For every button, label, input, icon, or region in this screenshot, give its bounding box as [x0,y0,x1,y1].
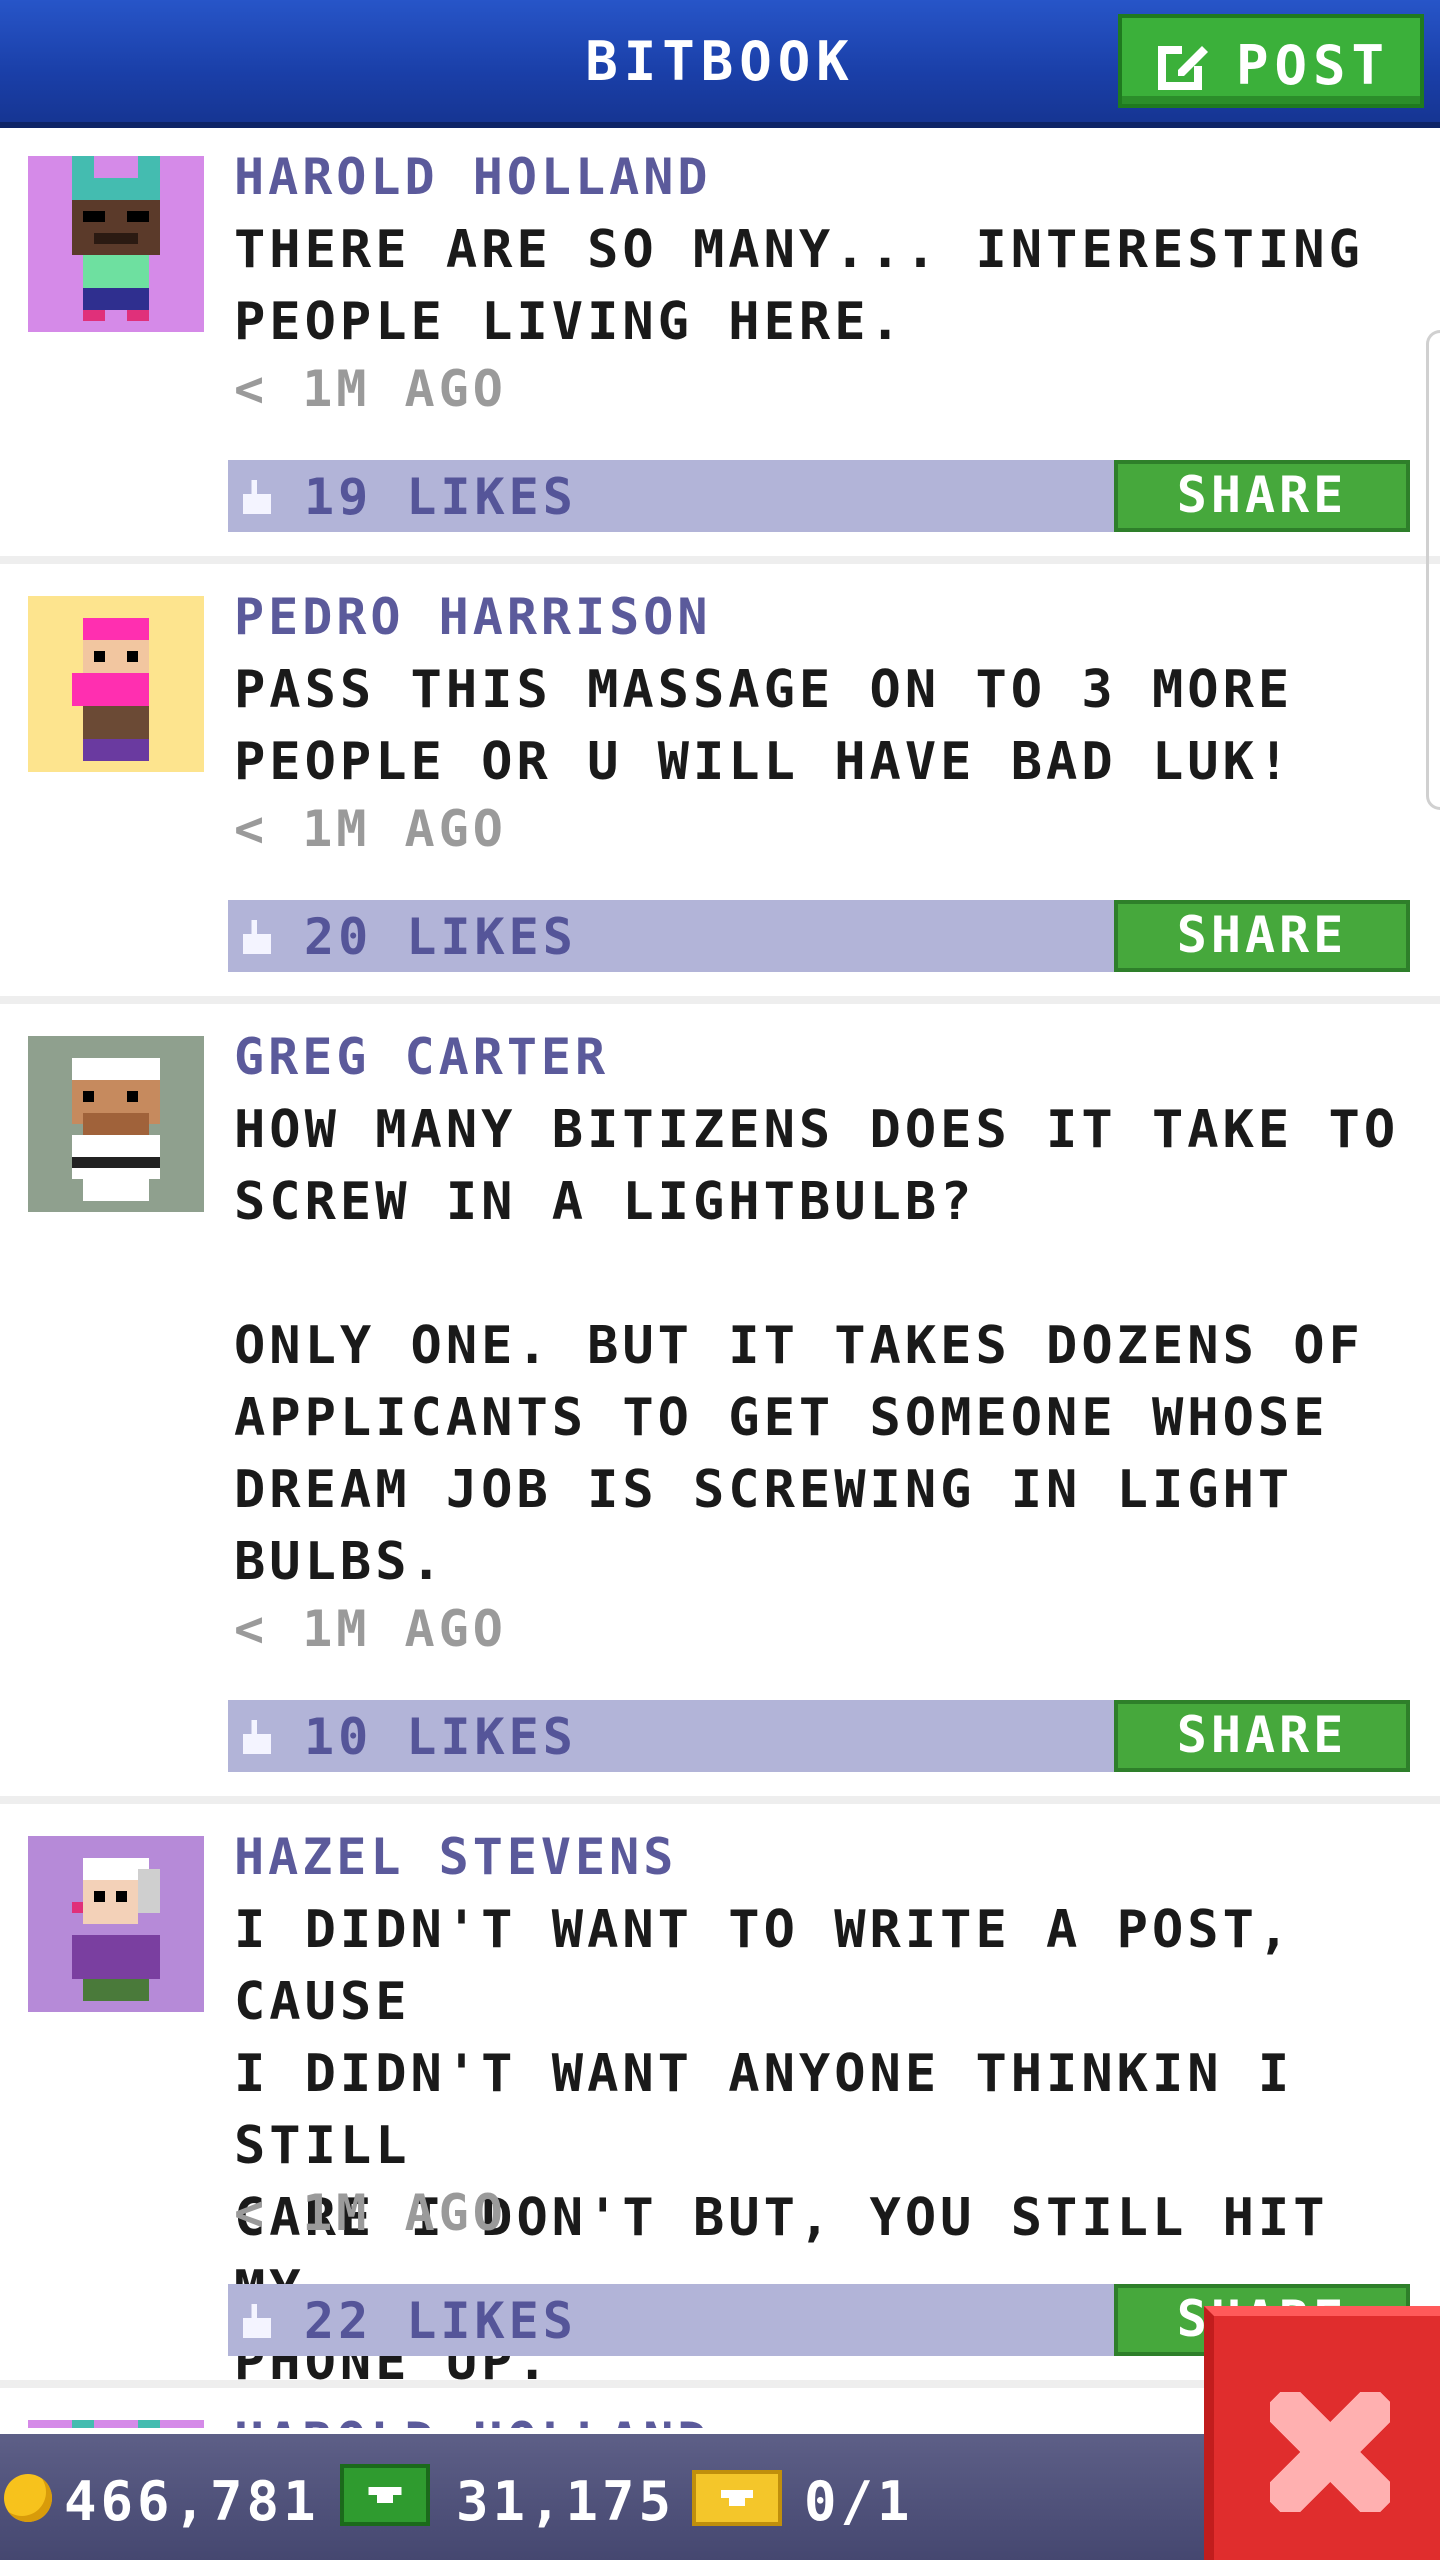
post-text: PASS THIS MASSAGE ON TO 3 MORE PEOPLE OR… [234,660,1294,792]
feed-post: GREG CARTER HOW MANY BITIZENS DOES IT TA… [0,1004,1440,1804]
top-bar: BITBOOK POST [0,0,1440,128]
edit-icon [1158,46,1208,90]
thumbs-up-icon[interactable] [242,920,272,954]
like-bar: 10 LIKES SHARE [228,1700,1410,1772]
post-time: < 1M AGO [234,1600,507,1658]
author-name[interactable]: HAROLD HOLLAND [234,2412,711,2428]
share-button[interactable]: SHARE [1114,460,1410,532]
bux-icon[interactable] [340,2464,430,2526]
avatar[interactable] [28,1836,204,2012]
like-bar: 20 LIKES SHARE [228,900,1410,972]
close-icon [1270,2392,1390,2512]
avatar[interactable] [28,156,204,332]
author-name[interactable]: HAZEL STEVENS [234,1828,677,1886]
thumbs-up-icon[interactable] [242,480,272,514]
post-button[interactable]: POST [1118,14,1424,108]
post-time: < 1M AGO [234,800,507,858]
post-text: THERE ARE SO MANY... INTERESTING PEOPLE … [234,220,1364,352]
bux-count: 31,175 [456,2470,676,2533]
thumbs-up-icon[interactable] [242,2304,272,2338]
ticket-count: 0/1 [804,2470,914,2533]
ticket-icon[interactable] [692,2470,782,2526]
close-button[interactable] [1204,2306,1440,2560]
post-text: HOW MANY BITIZENS DOES IT TAKE TO SCREW … [234,1100,1400,1592]
avatar[interactable] [28,2420,204,2428]
coin-icon [4,2474,52,2522]
like-count: 19 LIKES [304,468,577,526]
like-count: 22 LIKES [304,2292,577,2350]
coin-count: 466,781 [64,2470,320,2533]
feed-post: HAZEL STEVENS I DIDN'T WANT TO WRITE A P… [0,1804,1440,2392]
author-name[interactable]: GREG CARTER [234,1028,609,1086]
share-button[interactable]: SHARE [1114,1700,1410,1772]
like-count: 10 LIKES [304,1708,577,1766]
post-button-label: POST [1236,34,1391,97]
feed-post: PEDRO HARRISON PASS THIS MASSAGE ON TO 3… [0,564,1440,1004]
avatar[interactable] [28,1036,204,1212]
feed[interactable]: HAROLD HOLLAND THERE ARE SO MANY... INTE… [0,128,1440,2428]
feed-post: HAROLD HOLLAND THERE ARE SO MANY... INTE… [0,128,1440,564]
share-button[interactable]: SHARE [1114,900,1410,972]
author-name[interactable]: HAROLD HOLLAND [234,148,711,206]
post-time: < 1M AGO [234,360,507,418]
thumbs-up-icon[interactable] [242,1720,272,1754]
like-count: 20 LIKES [304,908,577,966]
like-bar: 19 LIKES SHARE [228,460,1410,532]
scrollbar[interactable] [1426,330,1440,810]
author-name[interactable]: PEDRO HARRISON [234,588,711,646]
avatar[interactable] [28,596,204,772]
post-time: < 1M AGO [234,2184,507,2242]
